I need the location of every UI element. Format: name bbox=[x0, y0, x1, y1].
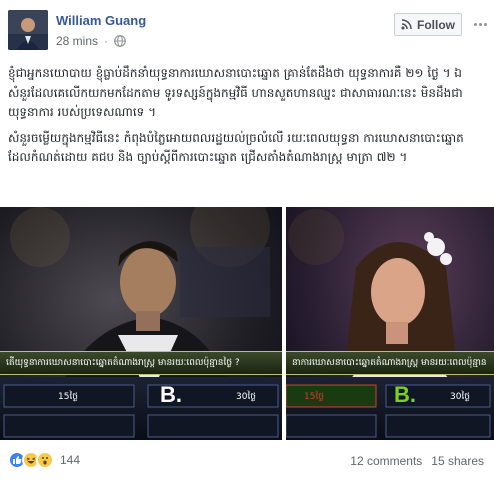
globe-icon bbox=[114, 35, 126, 47]
post-timestamp[interactable]: 28 mins bbox=[56, 34, 98, 48]
post-paragraph: ខ្ញុំជាអ្នកនយោបាយ ខ្ញុំធ្លាប់ដឹកនាំយុទ្ធ… bbox=[8, 66, 463, 119]
author-avatar[interactable] bbox=[8, 10, 48, 50]
post-text: ខ្ញុំជាអ្នកនយោបាយ ខ្ញុំធ្លាប់ដឹកនាំយុទ្ធ… bbox=[8, 64, 486, 174]
wow-icon bbox=[36, 451, 54, 469]
question-text: នាការឃោសនាបោះឆ្នោតតំណាងរាស្ត្រ មានរយៈពេល… bbox=[292, 358, 487, 368]
follow-button[interactable]: Follow bbox=[394, 13, 462, 36]
answer-option-b-letter: B. bbox=[394, 382, 416, 407]
answer-option-b-letter: B. bbox=[160, 382, 182, 407]
question-bar: តើយុទ្ធនាការឃោសនាបោះឆ្នោតតំណាងរាស្ត្រ មា… bbox=[0, 351, 282, 375]
answer-option-a: 15ថ្ងៃ bbox=[304, 392, 325, 402]
comments-link[interactable]: 12 comments bbox=[350, 454, 422, 468]
post-image-right[interactable]: នាការឃោសនាបោះឆ្នោតតំណាងរាស្ត្រ មានរយៈពេល… bbox=[286, 207, 494, 440]
author-name[interactable]: William Guang bbox=[56, 13, 146, 28]
question-text: តើយុទ្ធនាការឃោសនាបោះឆ្នោតតំណាងរាស្ត្រ មា… bbox=[6, 358, 240, 368]
post-image-left[interactable]: តើយុទ្ធនាការឃោសនាបោះឆ្នោតតំណាងរាស្ត្រ មា… bbox=[0, 207, 282, 440]
reaction-count[interactable]: 144 bbox=[60, 453, 80, 467]
post-paragraph: សំនួរចម្លើយក្នុងកម្មវិធីនេះ កំពុងបំភ្លៃអ… bbox=[8, 130, 464, 165]
reactions-summary[interactable]: 144 bbox=[8, 451, 80, 469]
follow-label: Follow bbox=[417, 17, 455, 32]
more-options-icon[interactable] bbox=[472, 17, 488, 31]
post-images: តើយុទ្ធនាការឃោសនាបោះឆ្នោតតំណាងរាស្ត្រ មា… bbox=[0, 207, 494, 440]
engagement-stats: 12 comments 15 shares bbox=[350, 454, 484, 468]
answer-panel: 15ថ្ងៃ B. 30ថ្ងៃ bbox=[286, 377, 494, 440]
question-bar: នាការឃោសនាបោះឆ្នោតតំណាងរាស្ត្រ មានរយៈពេល… bbox=[286, 351, 494, 375]
post-meta: 28 mins · bbox=[56, 34, 126, 48]
post-card: William Guang 28 mins · Follow ខ្ញុំជាអ្… bbox=[0, 0, 494, 482]
post-header: William Guang 28 mins · Follow bbox=[0, 0, 494, 58]
answer-option-b: 30ថ្ងៃ bbox=[450, 392, 471, 402]
rss-icon bbox=[401, 19, 412, 30]
answer-option-a: 15ថ្ងៃ bbox=[58, 392, 79, 402]
answer-panel: 15ថ្ងៃ B. 30ថ្ងៃ bbox=[0, 377, 282, 440]
answer-option-b: 30ថ្ងៃ bbox=[236, 392, 257, 402]
meta-separator: · bbox=[104, 34, 109, 48]
post-footer: 144 12 comments 15 shares bbox=[0, 440, 494, 482]
shares-link[interactable]: 15 shares bbox=[431, 454, 484, 468]
